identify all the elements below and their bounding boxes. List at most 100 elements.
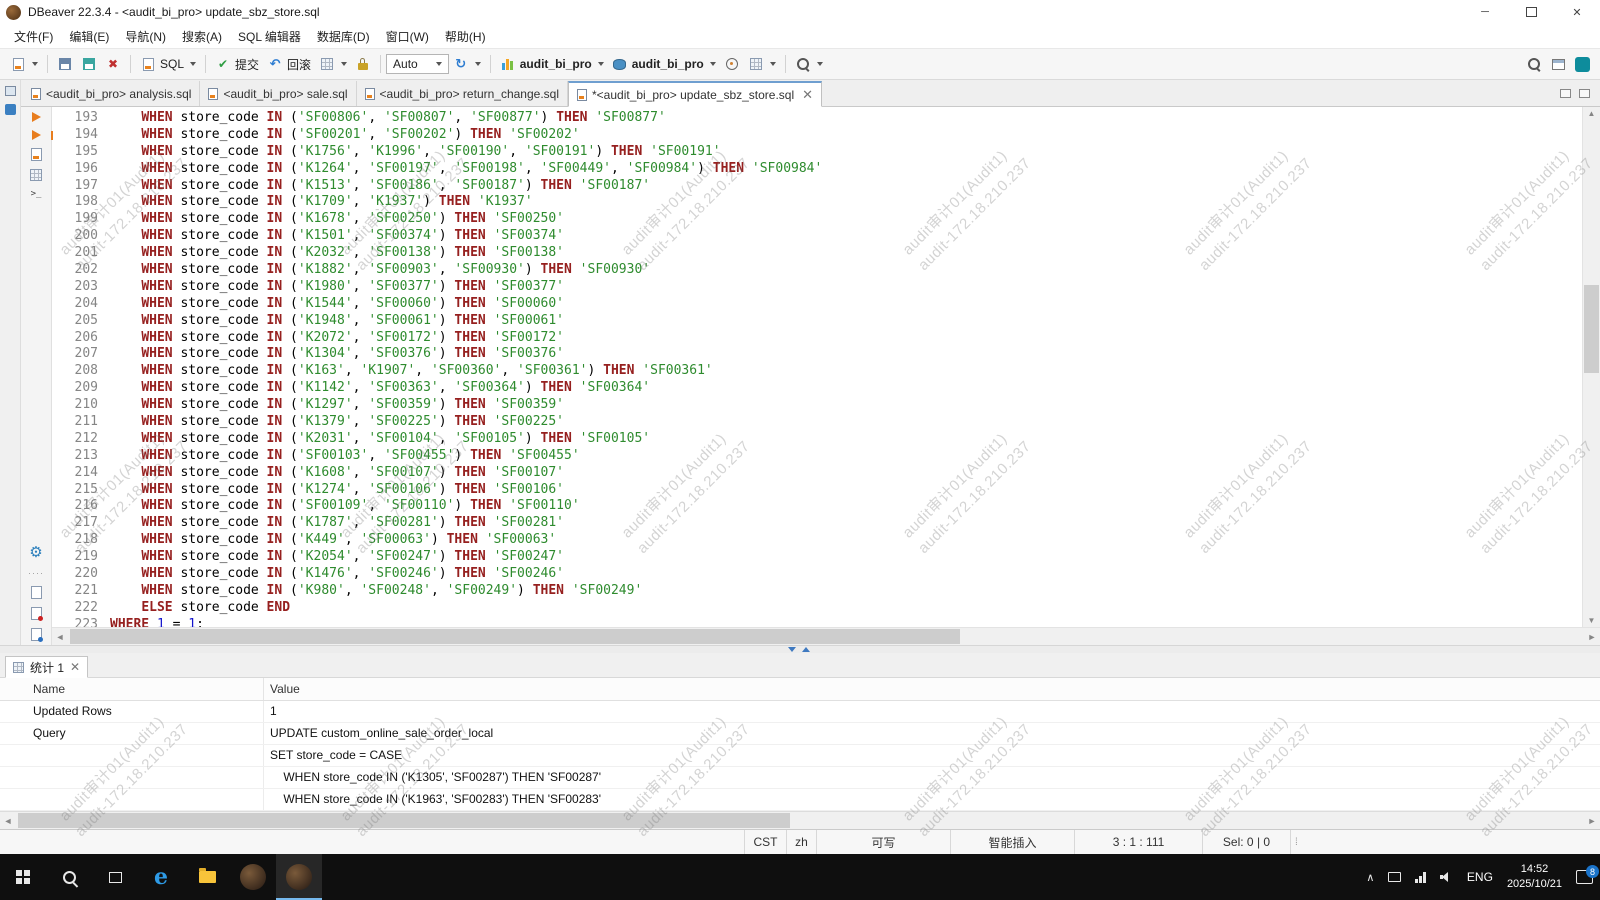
dbeaver-perspective-button[interactable] xyxy=(1570,53,1594,75)
open-console-button[interactable]: >_ xyxy=(31,189,42,199)
cell-name[interactable] xyxy=(0,745,264,766)
horizontal-scroll-thumb[interactable] xyxy=(70,629,960,644)
execute-sql-button[interactable] xyxy=(32,112,41,122)
tray-expand-button[interactable]: ∧ xyxy=(1359,854,1381,900)
revert-button[interactable]: ✖ xyxy=(101,53,125,75)
sash-arrows[interactable] xyxy=(788,647,810,652)
cell-name[interactable]: Query xyxy=(0,723,264,744)
scroll-left-icon[interactable]: ◄ xyxy=(52,632,68,642)
action-center-button[interactable]: 8 xyxy=(1569,854,1600,900)
output-page-button[interactable] xyxy=(31,586,42,599)
execute-script-button[interactable] xyxy=(32,130,41,140)
network-button[interactable] xyxy=(1408,854,1433,900)
cell-name[interactable]: Updated Rows xyxy=(0,701,264,722)
maximize-button[interactable] xyxy=(1508,0,1554,24)
edge-browser-button[interactable]: e xyxy=(138,854,184,900)
taskbar-search-button[interactable] xyxy=(46,854,92,900)
cell-name[interactable] xyxy=(0,789,264,810)
menu-item-7[interactable]: 帮助(H) xyxy=(437,25,494,48)
task-view-button[interactable] xyxy=(92,854,138,900)
menu-item-1[interactable]: 编辑(E) xyxy=(61,25,117,48)
maximize-view-icon[interactable] xyxy=(1579,89,1590,98)
dbeaver-taskbar-button[interactable] xyxy=(276,854,322,900)
sql-file-icon xyxy=(365,88,375,100)
cell-value[interactable]: 1 xyxy=(264,701,1600,722)
save-button[interactable] xyxy=(53,53,77,75)
log-page-button[interactable] xyxy=(31,628,42,641)
rollback-button[interactable]: ↶ 回滚 xyxy=(263,53,315,76)
scroll-right-icon[interactable]: ► xyxy=(1584,816,1600,826)
sql-menu-button[interactable]: SQL xyxy=(136,53,200,75)
column-header-value[interactable]: Value xyxy=(264,678,1600,700)
statistics-tab[interactable]: 统计 1 ✕ xyxy=(5,656,88,678)
column-header-name[interactable]: Name xyxy=(0,678,264,700)
editor-tab-2[interactable]: <audit_bi_pro> return_change.sql xyxy=(357,81,568,106)
new-sql-editor-button[interactable] xyxy=(6,53,42,75)
vertical-scrollbar[interactable]: ▲ ▼ xyxy=(1582,107,1600,627)
menu-item-3[interactable]: 搜索(A) xyxy=(174,25,230,48)
commit-button[interactable]: ✔ 提交 xyxy=(211,53,263,76)
code-line: 210 WHEN store_code IN ('K1297', 'SF0035… xyxy=(52,397,1582,414)
error-log-button[interactable] xyxy=(31,607,42,620)
file-explorer-button[interactable] xyxy=(184,854,230,900)
search-menu-button[interactable] xyxy=(791,53,827,75)
script-icon[interactable] xyxy=(31,148,42,161)
minimize-view-icon[interactable] xyxy=(1560,89,1571,98)
editor-row: >_ ⚙ ···· 193 WHEN store_code IN ('SF008… xyxy=(21,107,1600,645)
refresh-button[interactable]: ↻ xyxy=(449,53,485,75)
database-navigator-icon[interactable] xyxy=(5,104,16,115)
tab-close-icon[interactable]: ✕ xyxy=(802,87,813,103)
minimize-button[interactable]: ─ xyxy=(1462,0,1508,24)
menu-item-5[interactable]: 数据库(D) xyxy=(309,25,378,48)
layout-button[interactable] xyxy=(744,53,780,75)
settings-gear-button[interactable]: ⚙ xyxy=(29,545,42,560)
cell-value[interactable]: UPDATE custom_online_sale_order_local xyxy=(264,723,1600,744)
scroll-right-icon[interactable]: ► xyxy=(1584,632,1600,642)
windows-taskbar: e ∧ ENG 14:52 2025/10/21 8 xyxy=(0,854,1600,900)
code-area[interactable]: 193 WHEN store_code IN ('SF00806', 'SF00… xyxy=(52,107,1582,627)
menu-item-2[interactable]: 导航(N) xyxy=(117,25,174,48)
restore-view-icon[interactable] xyxy=(5,86,16,96)
lock-button[interactable] xyxy=(351,53,375,75)
cell-name[interactable] xyxy=(0,767,264,788)
cell-value[interactable]: WHEN store_code IN ('K1305', 'SF00287') … xyxy=(264,767,1600,788)
transaction-log-button[interactable] xyxy=(315,53,351,75)
editor-tab-1[interactable]: <audit_bi_pro> sale.sql xyxy=(200,81,356,106)
editor-tab-3[interactable]: *<audit_bi_pro> update_sbz_store.sql✕ xyxy=(568,81,822,107)
vertical-scroll-thumb[interactable] xyxy=(1584,285,1599,373)
menu-item-4[interactable]: SQL 编辑器 xyxy=(230,25,309,48)
close-button[interactable]: ✕ xyxy=(1554,0,1600,24)
menu-item-6[interactable]: 窗口(W) xyxy=(378,25,437,48)
language-indicator[interactable]: ENG xyxy=(1460,854,1500,900)
horizontal-scrollbar[interactable]: ◄ ► xyxy=(52,627,1600,645)
scroll-up-icon[interactable]: ▲ xyxy=(1583,109,1600,118)
panel-splitter[interactable] xyxy=(0,645,1600,653)
autocommit-select[interactable]: Auto xyxy=(386,54,449,74)
results-scroll-thumb[interactable] xyxy=(18,813,790,828)
tablet-mode-button[interactable] xyxy=(1381,854,1408,900)
sql-script-icon xyxy=(140,56,156,72)
save-all-button[interactable] xyxy=(77,53,101,75)
scroll-left-icon[interactable]: ◄ xyxy=(0,816,16,826)
open-perspective-button[interactable] xyxy=(1546,53,1570,75)
title-bar: DBeaver 22.3.4 - <audit_bi_pro> update_s… xyxy=(0,0,1600,24)
volume-button[interactable] xyxy=(1433,854,1460,900)
line-number: 195 xyxy=(52,144,110,161)
app-button-1[interactable] xyxy=(230,854,276,900)
database-select[interactable]: audit_bi_pro xyxy=(608,53,720,75)
menu-item-0[interactable]: 文件(F) xyxy=(6,25,61,48)
results-horizontal-scrollbar[interactable]: ◄ ► xyxy=(0,811,1600,829)
compass-button[interactable] xyxy=(720,53,744,75)
sql-editor[interactable]: 193 WHEN store_code IN ('SF00806', 'SF00… xyxy=(52,107,1600,645)
connection-select[interactable]: audit_bi_pro xyxy=(496,53,608,75)
close-icon[interactable]: ✕ xyxy=(70,660,80,674)
clock[interactable]: 14:52 2025/10/21 xyxy=(1500,854,1569,900)
cell-value[interactable]: SET store_code = CASE xyxy=(264,745,1600,766)
search-icon xyxy=(795,56,811,72)
scroll-down-icon[interactable]: ▼ xyxy=(1583,616,1600,625)
start-button[interactable] xyxy=(0,854,46,900)
cell-value[interactable]: WHEN store_code IN ('K1963', 'SF00283') … xyxy=(264,789,1600,810)
global-search-button[interactable] xyxy=(1522,53,1546,75)
editor-tab-0[interactable]: <audit_bi_pro> analysis.sql xyxy=(23,81,200,106)
explain-plan-button[interactable] xyxy=(30,169,42,181)
